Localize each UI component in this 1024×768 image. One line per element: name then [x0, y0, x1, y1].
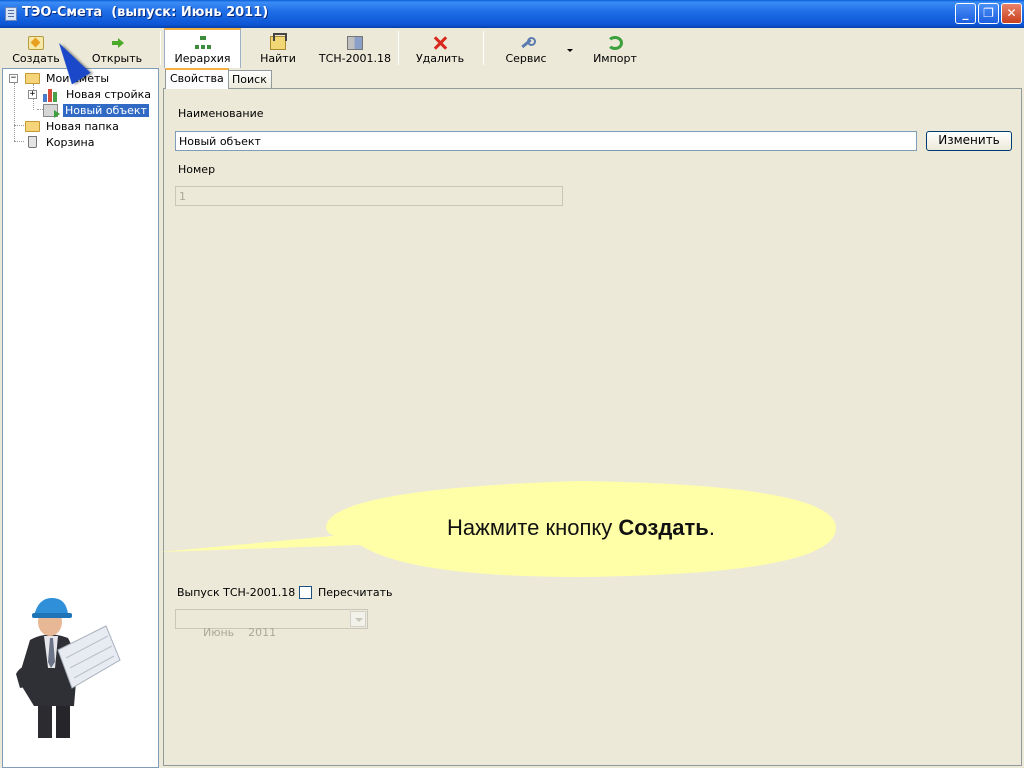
find-button[interactable]: Найти [254, 30, 302, 68]
release-select-value: Июнь 2011 [203, 626, 277, 639]
tree-item-label: Новая стройка [66, 88, 152, 101]
change-button[interactable]: Изменить [926, 131, 1012, 151]
tsn-button-label: ТСН-2001.18 [318, 52, 392, 65]
toolbar-separator [160, 31, 161, 65]
app-icon [5, 7, 17, 21]
delete-button-label: Удалить [415, 52, 465, 65]
window-title: ТЭО-Смета (выпуск: Июнь 2011) [22, 5, 269, 20]
recycle-bin-icon [28, 136, 37, 148]
import-icon [607, 36, 623, 50]
release-select: Июнь 2011 [175, 609, 368, 639]
toolbar: Создать Открыть Иерархия Найти ТСН-2001.… [0, 28, 1024, 68]
tree-item-new-construction[interactable]: + Новая стройка [28, 87, 153, 103]
tree-guide-line [14, 141, 24, 142]
hierarchy-button-label: Иерархия [174, 52, 231, 65]
name-label: Наименование [178, 107, 264, 120]
callout-text: Нажмите кнопку Создать. [447, 515, 715, 540]
release-label: Выпуск ТСН-2001.18 [177, 586, 296, 599]
import-button-label: Импорт [593, 52, 637, 65]
tab-strip: Свойства Поиск [164, 68, 1022, 89]
import-button[interactable]: Импорт [590, 30, 640, 68]
building-chart-icon [43, 88, 59, 102]
folder-open-icon [25, 73, 40, 84]
tree-item-label: Новый объект [63, 104, 149, 117]
toolbar-separator [398, 31, 399, 65]
tree-item-recycle-bin[interactable]: Корзина [24, 135, 144, 151]
open-button-label: Открыть [91, 52, 143, 65]
service-button-label: Сервис [505, 52, 547, 65]
open-button[interactable]: Открыть [90, 30, 144, 68]
recalc-checkbox[interactable] [299, 586, 312, 599]
maximize-button[interactable]: ❐ [978, 3, 999, 24]
tree-item-new-object[interactable]: Новый объект [43, 103, 153, 119]
open-arrow-icon [109, 36, 125, 50]
hierarchy-button[interactable]: Иерархия [164, 28, 241, 68]
find-button-label: Найти [260, 52, 296, 65]
properties-panel: Наименование Изменить Номер Выпуск ТСН-2… [163, 88, 1022, 766]
find-icon [270, 33, 287, 50]
title-bar: ТЭО-Смета (выпуск: Июнь 2011) _ ❐ ✕ [0, 0, 1024, 28]
tree-guide-line [14, 125, 24, 126]
recalc-label: Пересчитать [318, 586, 393, 599]
number-field [175, 186, 563, 206]
wrench-icon [518, 36, 536, 50]
tsn-button[interactable]: ТСН-2001.18 [318, 30, 392, 68]
construction-worker-illustration [8, 588, 136, 738]
tsn-icon [347, 36, 363, 50]
tree-item-new-folder[interactable]: Новая папка [24, 119, 144, 135]
minimize-button[interactable]: _ [955, 3, 976, 24]
chevron-down-icon [350, 611, 366, 627]
expand-icon[interactable]: + [28, 90, 37, 99]
delete-icon [432, 36, 448, 50]
service-button[interactable]: Сервис [500, 30, 552, 68]
tree-item-label: Корзина [46, 136, 95, 149]
create-icon [28, 36, 44, 50]
number-label: Номер [178, 163, 216, 176]
name-field[interactable] [175, 131, 917, 151]
tab-search[interactable]: Поиск [227, 70, 272, 89]
folder-icon [25, 121, 40, 132]
close-button[interactable]: ✕ [1001, 3, 1022, 24]
tab-properties[interactable]: Свойства [165, 68, 229, 89]
tree-item-label: Новая папка [46, 120, 119, 133]
delete-button[interactable]: Удалить [412, 30, 468, 68]
toolbar-separator [483, 31, 484, 65]
tree-guide-line [14, 83, 15, 141]
hierarchy-icon [194, 36, 211, 50]
collapse-icon[interactable]: − [9, 74, 18, 83]
object-icon [43, 104, 60, 118]
service-dropdown-icon[interactable] [567, 49, 573, 52]
